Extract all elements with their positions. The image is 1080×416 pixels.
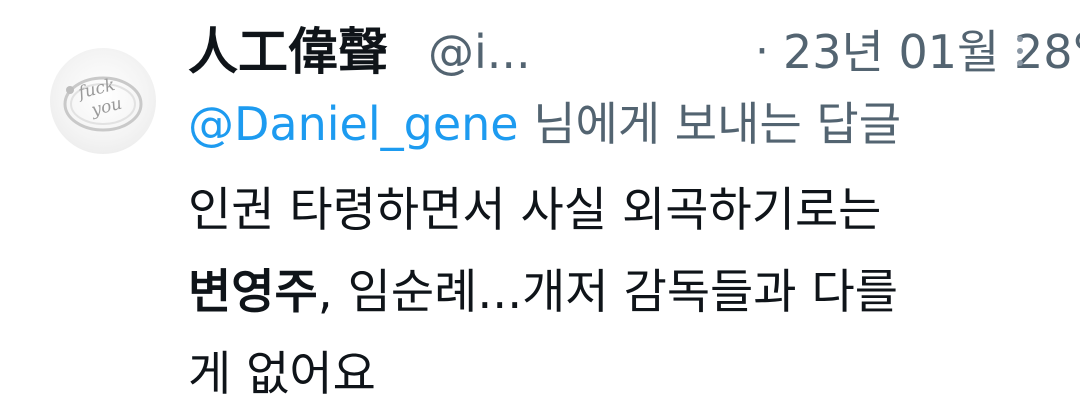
avatar[interactable]: fuck you: [50, 48, 156, 154]
tweet-card[interactable]: fuck you 人工偉聲 @i... · 23년 01월 28일 @Danie…: [0, 0, 1080, 405]
tweet-text-line-1: 인권 타령하면서 사실 외곡하기로는: [188, 183, 882, 238]
display-name[interactable]: 人工偉聲: [188, 22, 388, 82]
reply-mention-link[interactable]: @Daniel_gene: [188, 97, 519, 151]
more-options-button[interactable]: [1008, 36, 1032, 76]
more-vertical-icon: [1008, 36, 1032, 66]
reply-suffix: 님에게 보내는 답글: [518, 97, 902, 151]
reply-context: @Daniel_gene 님에게 보내는 답글: [188, 92, 1048, 156]
tweet-text-line-3: 게 없어요: [188, 347, 376, 402]
avatar-image: fuck you: [63, 75, 143, 132]
tweet-text: 인권 타령하면서 사실 외곡하기로는 변영주, 임순례...개저 감독들과 다를…: [188, 170, 1028, 416]
user-handle[interactable]: @i...: [428, 22, 531, 82]
tweet-header: 人工偉聲 @i... · 23년 01월 28일: [188, 14, 1080, 86]
tweet-text-bold-name: 변영주: [188, 265, 318, 320]
separator-dot: ·: [755, 26, 769, 77]
timestamp[interactable]: 23년 01월 28일: [783, 22, 1080, 82]
tweet-text-line-2-rest: , 임순례...개저 감독들과 다를: [317, 265, 898, 320]
tweet-text-line-2: 변영주, 임순례...개저 감독들과 다를: [188, 252, 1028, 334]
